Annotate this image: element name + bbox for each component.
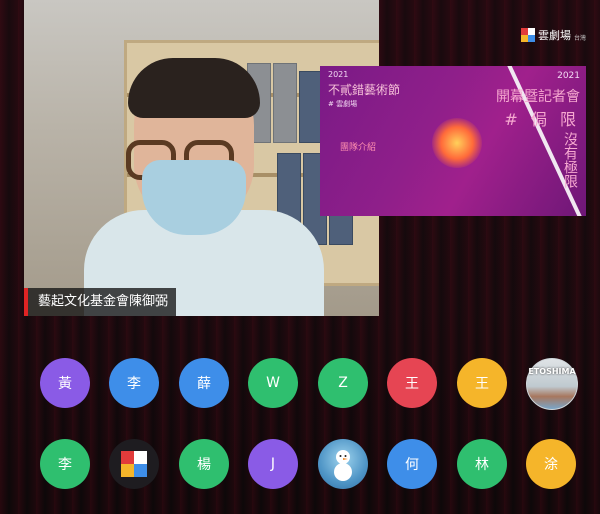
avatar-initial: 薛 xyxy=(197,376,211,392)
avatar-initial: 李 xyxy=(127,376,141,392)
snowman-icon xyxy=(334,450,352,481)
slide-year-left: 2021 xyxy=(328,70,349,79)
slide-year-right: 2021 xyxy=(557,71,580,81)
participant-avatar[interactable]: 薛 xyxy=(179,358,229,408)
cloud-theater-logo-icon xyxy=(521,28,535,42)
participant-avatar[interactable]: 黃 xyxy=(40,358,90,408)
participant-avatar[interactable]: 林 xyxy=(457,439,507,489)
avatar-initial: Z xyxy=(338,375,348,391)
avatar-initial: 涂 xyxy=(544,457,558,473)
brand-logo: 雲劇場 台灣 xyxy=(521,27,586,43)
slide-intro: 團隊介紹 xyxy=(340,143,377,153)
avatar-initial: 李 xyxy=(58,457,72,473)
cloud-theater-logo-icon xyxy=(121,451,147,477)
avatar-initial: 王 xyxy=(475,376,489,392)
avatar-initial: 林 xyxy=(475,457,489,473)
participant-avatar[interactable]: 何 xyxy=(387,439,437,489)
participant-avatar-logo[interactable] xyxy=(109,439,159,489)
speaker-hair xyxy=(128,58,260,118)
participant-avatar-snowman[interactable] xyxy=(318,439,368,489)
speaker-name-tag: 藝起文化基金會陳御弼 xyxy=(24,288,177,316)
avatar-initial: 黃 xyxy=(58,376,72,392)
avatar-initial: W xyxy=(266,375,280,391)
shared-screen-slide[interactable]: 2021 不貳錯藝術節 # 雲劇場 團隊介紹 2021 開幕暨記者會 # 侷 限… xyxy=(320,66,586,216)
participant-avatar[interactable]: 涂 xyxy=(526,439,576,489)
slide-hashtag: # 侷 限 xyxy=(504,110,580,129)
slide-event-title: 開幕暨記者會 xyxy=(496,89,580,105)
slide-vertical-text: 沒有極限 xyxy=(562,132,578,188)
slide-subtitle: # 雲劇場 xyxy=(328,100,358,108)
avatar-initial: 王 xyxy=(405,376,419,392)
participant-avatar[interactable]: 王 xyxy=(387,358,437,408)
participant-avatar[interactable]: W xyxy=(248,358,298,408)
avatar-initial: 楊 xyxy=(197,457,211,473)
slide-festival-title: 不貳錯藝術節 xyxy=(328,83,401,97)
participant-avatar[interactable]: 楊 xyxy=(179,439,229,489)
participant-avatar[interactable]: J xyxy=(248,439,298,489)
avatar-initial: 何 xyxy=(405,457,419,473)
participant-avatar[interactable]: 李 xyxy=(109,358,159,408)
slide-burst-graphic xyxy=(432,118,482,168)
avatar-initial: J xyxy=(270,456,276,472)
participant-avatar[interactable]: Z xyxy=(318,358,368,408)
face-mask xyxy=(142,160,246,235)
binder xyxy=(273,63,297,143)
brand-region: 台灣 xyxy=(574,34,587,42)
avatar-image-text: ETOSHIMA xyxy=(528,367,576,376)
participant-avatar[interactable]: 李 xyxy=(40,439,90,489)
participant-avatar[interactable]: 王 xyxy=(457,358,507,408)
participant-avatar-image[interactable]: ETOSHIMA xyxy=(526,358,578,410)
brand-name: 雲劇場 xyxy=(538,29,571,42)
